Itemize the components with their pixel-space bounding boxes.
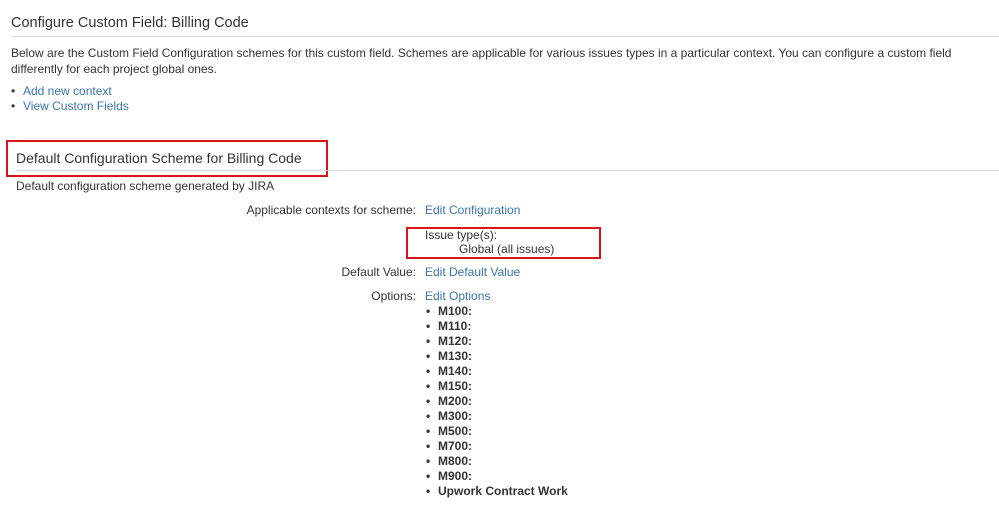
edit-options-link[interactable]: Edit Options <box>425 289 490 303</box>
scheme-heading: Default Configuration Scheme for Billing… <box>16 150 302 166</box>
scheme-subtitle: Default configuration scheme generated b… <box>16 179 275 193</box>
option-item: M200: <box>424 394 568 409</box>
description-cont: global ones. <box>152 62 217 76</box>
option-item: Upwork Contract Work <box>424 484 568 499</box>
links-list: Add new context View Custom Fields <box>9 84 129 114</box>
option-item: M100: <box>424 304 568 319</box>
option-item: M500: <box>424 424 568 439</box>
option-item: M130: <box>424 349 568 364</box>
add-new-context-link[interactable]: Add new context <box>23 84 112 98</box>
list-item: View Custom Fields <box>9 99 129 114</box>
edit-configuration-link[interactable]: Edit Configuration <box>425 203 520 217</box>
description-block: Below are the Custom Field Configuration… <box>11 45 991 77</box>
default-value-label: Default Value: <box>341 265 417 279</box>
option-item: M900: <box>424 469 568 484</box>
issue-types-label: Issue type(s): <box>425 228 498 242</box>
option-item: M800: <box>424 454 568 469</box>
view-custom-fields-link[interactable]: View Custom Fields <box>23 99 129 113</box>
divider <box>11 36 999 37</box>
options-label: Options: <box>371 289 416 303</box>
options-list: M100:M110:M120:M130:M140:M150:M200:M300:… <box>424 304 568 499</box>
issue-types-value: Global (all issues) <box>459 242 555 256</box>
option-item: M700: <box>424 439 568 454</box>
list-item: Add new context <box>9 84 129 99</box>
option-item: M300: <box>424 409 568 424</box>
option-item: M120: <box>424 334 568 349</box>
contexts-label: Applicable contexts for scheme: <box>246 203 416 217</box>
option-item: M150: <box>424 379 568 394</box>
option-item: M140: <box>424 364 568 379</box>
option-item: M110: <box>424 319 568 334</box>
edit-default-value-link[interactable]: Edit Default Value <box>425 265 520 279</box>
divider <box>16 170 999 171</box>
page-title: Configure Custom Field: Billing Code <box>11 15 249 31</box>
